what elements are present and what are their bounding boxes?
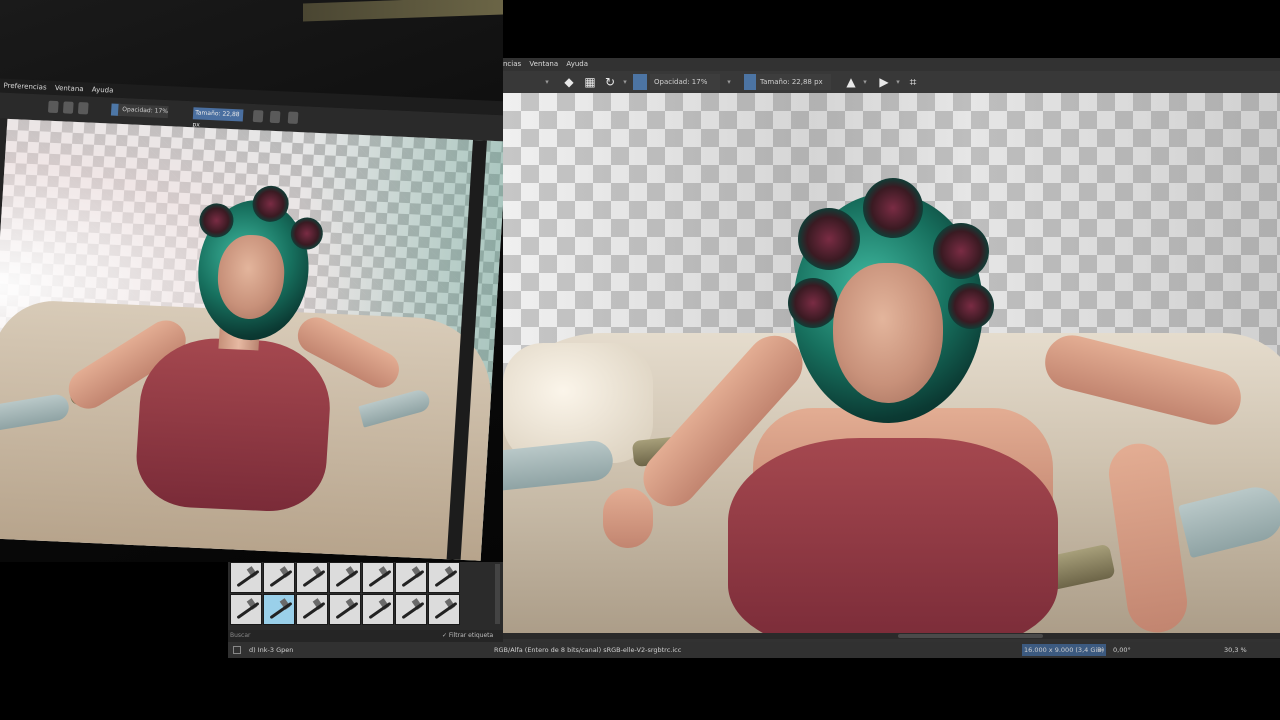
menu-item-help[interactable]: Ayuda (566, 60, 588, 68)
photo-canvas (0, 118, 503, 561)
current-brush-name: d) Ink-3 Gpen (249, 646, 294, 654)
photo-menu-item: Preferencias (3, 81, 47, 92)
brush-preset[interactable] (362, 594, 394, 625)
photo-alpha-icon (62, 101, 74, 114)
scrollbar-thumb[interactable] (898, 634, 1043, 638)
photo-size-field: Tamaño: 22,88 px (192, 107, 244, 129)
size-slider-fill (744, 74, 756, 90)
photo-menu-item: Ayuda (91, 85, 114, 95)
drawing-canvas[interactable] (503, 93, 1280, 633)
photo-torso (133, 335, 334, 514)
brush-preset[interactable] (263, 562, 295, 593)
color-space-info: RGB/Alfa (Entero de 8 bits/canal) sRGB-e… (494, 646, 682, 654)
mirror-horizontal-icon[interactable]: ▲ (843, 74, 859, 90)
hair-bun-lower-left (788, 278, 838, 328)
chevron-down-icon[interactable]: ▾ (894, 74, 902, 90)
photo-eraser-icon (47, 100, 59, 114)
reload-preset-icon[interactable]: ↻ (602, 74, 618, 90)
chevron-down-icon[interactable]: ▾ (725, 74, 733, 90)
eraser-icon[interactable]: ◆ (561, 74, 577, 90)
brush-preset[interactable] (395, 562, 427, 593)
menu-item-settings[interactable]: ncias (503, 60, 521, 68)
brush-preset[interactable] (428, 594, 460, 625)
brush-preset[interactable] (362, 562, 394, 593)
photographed-monitor: Preferencias Ventana Ayuda Opacidad: 17%… (0, 78, 503, 562)
desk-surface (303, 0, 503, 22)
chevron-down-icon[interactable]: ▾ (861, 74, 869, 90)
brush-preset[interactable] (296, 594, 328, 625)
brush-preset[interactable] (296, 562, 328, 593)
brush-preset[interactable] (428, 562, 460, 593)
rotation-icon: ↔ (1098, 646, 1104, 654)
brush-preset-icon (233, 646, 241, 654)
wrap-around-icon[interactable]: ⌗ (905, 74, 921, 90)
alpha-lock-icon[interactable]: ▦ (582, 74, 598, 90)
photo-opacity-field: Opacidad: 17% (117, 103, 169, 119)
krita-window: ncias Ventana Ayuda ▾ ◆ ▦ ↻ ▾ Opacidad: … (503, 58, 1280, 658)
photo-wrap-icon (287, 111, 299, 125)
zoom-level[interactable]: 30,3 % (1224, 642, 1247, 658)
brush-preset[interactable] (329, 594, 361, 625)
photo-mirror-icon (252, 109, 264, 123)
brush-preset[interactable] (230, 594, 262, 625)
brush-size-slider[interactable]: Tamaño: 22,88 px (756, 74, 831, 90)
photo-menu-item: Ventana (54, 83, 84, 94)
menu-bar: ncias Ventana Ayuda (503, 58, 1280, 71)
brush-search-bar: Buscar ✓ Filtrar etiqueta (228, 630, 503, 642)
red-top (728, 438, 1058, 633)
hair-bun-lower-right (948, 283, 994, 329)
left-hand (603, 488, 653, 548)
brush-panel-scrollbar[interactable] (495, 564, 500, 624)
brush-presets-panel (228, 562, 503, 630)
menu-item-window[interactable]: Ventana (529, 60, 558, 68)
rotation-value[interactable]: 0,00° (1113, 642, 1131, 658)
brush-preset[interactable] (395, 594, 427, 625)
filter-tag-checkbox[interactable]: ✓ Filtrar etiqueta (442, 630, 493, 642)
chevron-down-icon[interactable]: ▾ (621, 74, 629, 90)
monitor-photo: Preferencias Ventana Ayuda Opacidad: 17%… (0, 0, 503, 562)
foreground-color-swatch[interactable] (633, 74, 647, 90)
mirror-vertical-icon[interactable]: ▶ (876, 74, 892, 90)
horizontal-scrollbar[interactable] (503, 633, 1280, 639)
brush-preset[interactable] (329, 562, 361, 593)
status-bar: d) Ink-3 Gpen RGB/Alfa (Entero de 8 bits… (228, 642, 1280, 658)
hair-bun-left (798, 208, 860, 270)
brush-search-input[interactable]: Buscar (230, 632, 251, 639)
photo-flip-icon (269, 110, 281, 124)
chevron-down-icon[interactable]: ▾ (543, 74, 551, 90)
tool-options-bar: ▾ ◆ ▦ ↻ ▾ Opacidad: 17% ▾ Tamaño: 22,88 … (503, 71, 1280, 93)
hair-bun-top (863, 178, 923, 238)
hair-bun-right (933, 223, 989, 279)
image-dimensions: 16.000 x 9.000 (3,4 GiB) (1022, 644, 1107, 656)
brush-preset-selected[interactable] (263, 594, 295, 625)
photo-reload-icon (77, 102, 89, 115)
brush-preset[interactable] (230, 562, 262, 593)
face (833, 263, 943, 403)
opacity-slider[interactable]: Opacidad: 17% (650, 74, 720, 90)
